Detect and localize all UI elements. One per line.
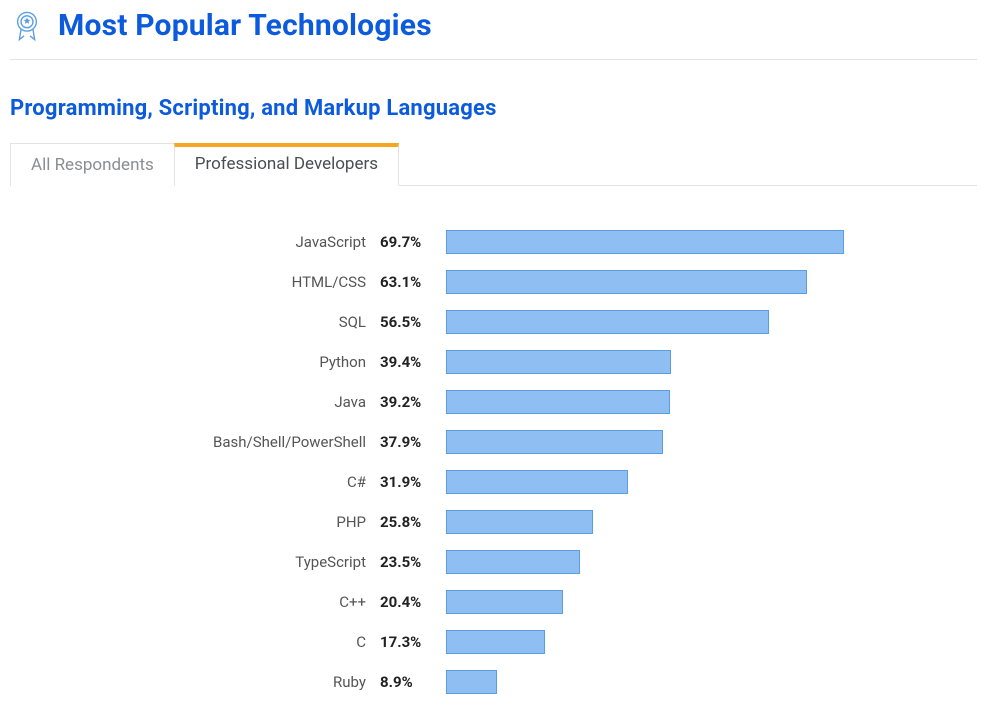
chart-bar [446,470,628,494]
chart-bar [446,430,663,454]
chart-row: Java39.2% [10,382,977,422]
chart-bar [446,230,844,254]
page-header: Most Popular Technologies [10,8,977,60]
chart-row: C++20.4% [10,582,977,622]
chart-row-value: 23.5% [380,553,440,571]
chart-bar [446,270,807,294]
chart-row-label: Java [10,393,380,411]
chart-row-label: Ruby [10,673,380,691]
chart-row: Bash/Shell/PowerShell37.9% [10,422,977,462]
chart-row-value: 17.3% [380,633,440,651]
chart-bar-track [446,310,846,334]
chart-row-label: C# [10,473,380,491]
chart-bar [446,550,580,574]
chart-row-value: 63.1% [380,273,440,291]
chart-row-label: Python [10,353,380,371]
tabs-container: All RespondentsProfessional Developers [10,143,977,186]
chart-row: Ruby8.9% [10,662,977,702]
chart-bar [446,510,593,534]
ribbon-icon [10,9,44,43]
chart-row-value: 20.4% [380,593,440,611]
chart-bar [446,670,497,694]
chart-row-label: C [10,633,380,651]
chart-bar [446,350,671,374]
chart-bar-track [446,510,846,534]
chart-row-label: C++ [10,593,380,611]
page-title: Most Popular Technologies [58,8,432,43]
section-subtitle: Programming, Scripting, and Markup Langu… [10,96,977,121]
chart-bar [446,590,563,614]
chart-row-label: PHP [10,513,380,531]
tab-professional-developers[interactable]: Professional Developers [174,143,399,186]
bar-chart: JavaScript69.7%HTML/CSS63.1%SQL56.5%Pyth… [10,222,977,702]
chart-row: C#31.9% [10,462,977,502]
chart-bar-track [446,470,846,494]
chart-row: PHP25.8% [10,502,977,542]
chart-bar-track [446,550,846,574]
chart-bar [446,390,670,414]
chart-bar-track [446,430,846,454]
chart-row: Python39.4% [10,342,977,382]
chart-bar-track [446,350,846,374]
chart-row-value: 8.9% [380,673,440,691]
chart-row-label: JavaScript [10,233,380,251]
chart-bar-track [446,630,846,654]
chart-bar-track [446,270,846,294]
chart-row: C17.3% [10,622,977,662]
chart-row-value: 25.8% [380,513,440,531]
chart-row-label: SQL [10,313,380,331]
chart-row: HTML/CSS63.1% [10,262,977,302]
chart-row-value: 39.4% [380,353,440,371]
chart-row: SQL56.5% [10,302,977,342]
chart-row-value: 31.9% [380,473,440,491]
chart-bar [446,310,769,334]
chart-row-value: 37.9% [380,433,440,451]
chart-bar-track [446,590,846,614]
chart-bar-track [446,390,846,414]
chart-row: TypeScript23.5% [10,542,977,582]
chart-bar-track [446,230,846,254]
chart-row-label: TypeScript [10,553,380,571]
chart-row-value: 69.7% [380,233,440,251]
chart-row: JavaScript69.7% [10,222,977,262]
chart-row-value: 39.2% [380,393,440,411]
chart-row-value: 56.5% [380,313,440,331]
chart-bar-track [446,670,846,694]
chart-row-label: Bash/Shell/PowerShell [10,433,380,451]
chart-row-label: HTML/CSS [10,273,380,291]
tab-all-respondents[interactable]: All Respondents [10,143,174,186]
chart-bar [446,630,545,654]
